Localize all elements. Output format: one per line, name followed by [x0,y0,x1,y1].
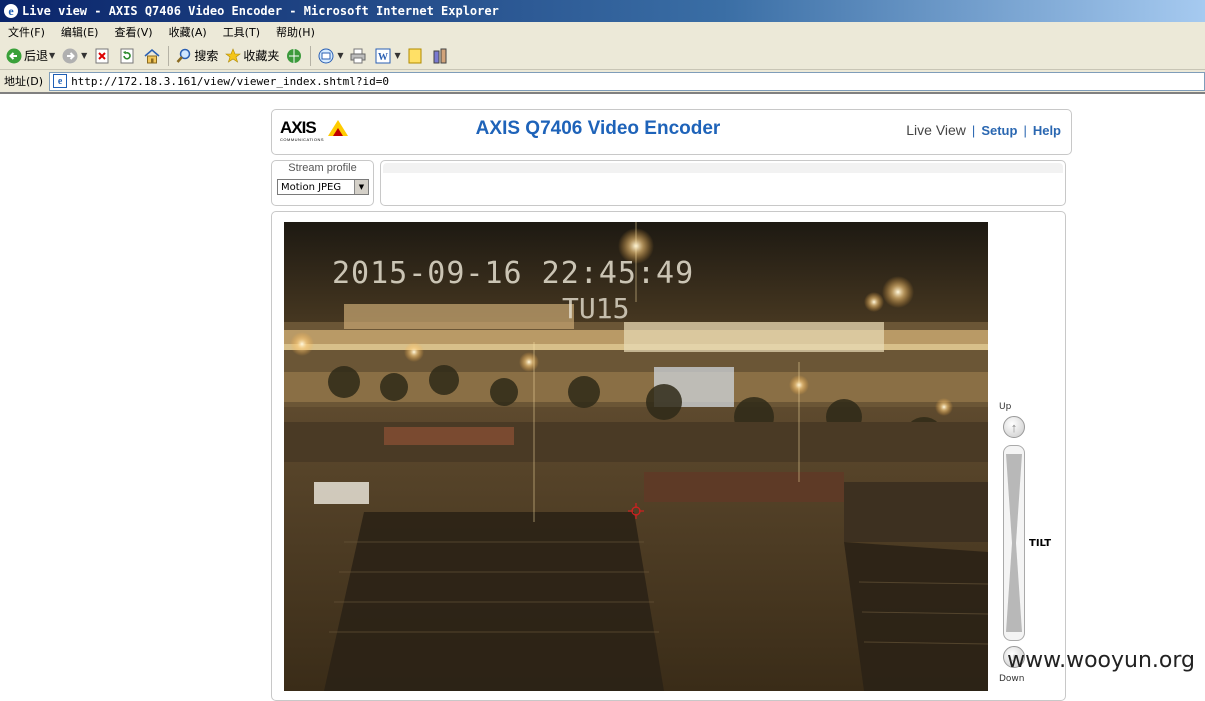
note-icon [407,47,424,64]
chevron-down-icon[interactable]: ▼ [354,180,368,194]
refresh-button[interactable] [115,44,140,68]
ptz-up-button[interactable]: ↑ [1003,416,1025,438]
messenger-icon [432,47,449,64]
stream-profile-panel: Stream profile Motion JPEG ▼ [271,160,374,206]
nav-setup[interactable]: Setup [981,123,1017,138]
mail-icon [317,47,334,64]
address-bar: 地址(D) e http://172.18.3.161/view/viewer_… [0,70,1205,94]
edit-button[interactable]: W ▼ [372,44,404,68]
video-camera-id: TU15 [562,292,630,325]
browser-toolbar: 后退 ▼ ▼ 搜索 收藏夹 ▼ W ▼ [0,42,1205,70]
menu-view[interactable]: 查看(V) [106,24,160,40]
stop-button[interactable] [90,44,115,68]
media-button[interactable] [282,44,307,68]
search-button[interactable]: 搜索 [172,44,221,68]
menu-help[interactable]: 帮助(H) [268,24,323,40]
printer-icon [350,47,367,64]
page-header: AXIS COMMUNICATIONS AXIS Q7406 Video Enc… [271,109,1072,155]
home-icon [143,47,160,64]
tilt-label: TILT [1029,538,1052,549]
back-dropdown-icon[interactable]: ▼ [49,51,55,60]
logo-inner-triangle-icon [333,128,343,136]
forward-arrow-icon [61,47,78,64]
favorites-label: 收藏夹 [243,49,280,63]
back-label: 后退 [24,49,49,63]
arrow-up-icon: ↑ [1010,419,1018,435]
refresh-icon [118,47,135,64]
menu-bar: 文件(F) 编辑(E) 查看(V) 收藏(A) 工具(T) 帮助(H) [0,22,1205,42]
nav-help[interactable]: Help [1033,123,1061,138]
video-frame [284,222,988,691]
nav-separator: | [1023,122,1027,138]
axis-logo-subtext: COMMUNICATIONS [280,137,325,142]
favorites-button[interactable]: 收藏夹 [221,44,282,68]
top-navigation: Live View | Setup | Help [906,122,1061,138]
forward-button[interactable]: ▼ [58,44,90,68]
menu-file[interactable]: 文件(F) [0,24,53,40]
page-title: AXIS Q7406 Video Encoder [475,118,721,139]
axis-logo-text: AXIS [280,118,317,137]
address-url: http://172.18.3.161/view/viewer_index.sh… [71,74,389,88]
window-titlebar: e Live view - AXIS Q7406 Video Encoder -… [0,0,1205,22]
menu-favorites[interactable]: 收藏(A) [161,24,215,40]
stream-profile-value: Motion JPEG [281,181,342,193]
page-icon: e [53,74,68,88]
address-label: 地址(D) [4,75,44,88]
menu-edit[interactable]: 编辑(E) [53,24,107,40]
print-button[interactable] [347,44,372,68]
home-button[interactable] [140,44,165,68]
toolbar-separator [168,45,170,66]
video-timestamp: 2015-09-16 22:45:49 [332,256,695,291]
window-title: Live view - AXIS Q7406 Video Encoder - M… [22,4,499,18]
toolbar-separator [310,45,312,66]
ie-logo-icon: e [4,4,18,18]
axis-logo: AXIS COMMUNICATIONS [280,118,348,144]
stop-icon [93,47,110,64]
stream-profile-select[interactable]: Motion JPEG ▼ [277,179,369,195]
back-button[interactable]: 后退 ▼ [2,44,58,68]
status-panel-band [383,163,1063,173]
mail-button[interactable]: ▼ [314,44,346,68]
media-globe-icon [285,47,302,64]
live-video[interactable]: 2015-09-16 22:45:49 TU15 [284,222,988,691]
word-document-icon: W [375,47,392,64]
back-arrow-icon [5,47,22,64]
mail-dropdown-icon[interactable]: ▼ [337,51,343,60]
search-icon [175,47,192,64]
edit-dropdown-icon[interactable]: ▼ [395,51,401,60]
discuss-button[interactable] [404,44,429,68]
nav-separator: | [971,122,976,138]
nav-live-view[interactable]: Live View [906,122,966,138]
ptz-up-label: Up [999,402,1012,412]
stream-profile-label: Stream profile [288,162,357,174]
messenger-button[interactable] [429,44,454,68]
star-icon [224,47,241,64]
svg-text:W: W [378,52,388,63]
watermark: www.wooyun.org [1007,648,1195,673]
address-input[interactable]: e http://172.18.3.161/view/viewer_index.… [49,71,1205,91]
forward-dropdown-icon[interactable]: ▼ [81,51,87,60]
menu-tools[interactable]: 工具(T) [215,24,268,40]
search-label: 搜索 [194,49,219,63]
ptz-down-label: Down [999,674,1025,684]
status-panel [380,160,1066,206]
tilt-slider[interactable] [1003,445,1025,641]
tilt-scale-icon [1006,454,1022,632]
